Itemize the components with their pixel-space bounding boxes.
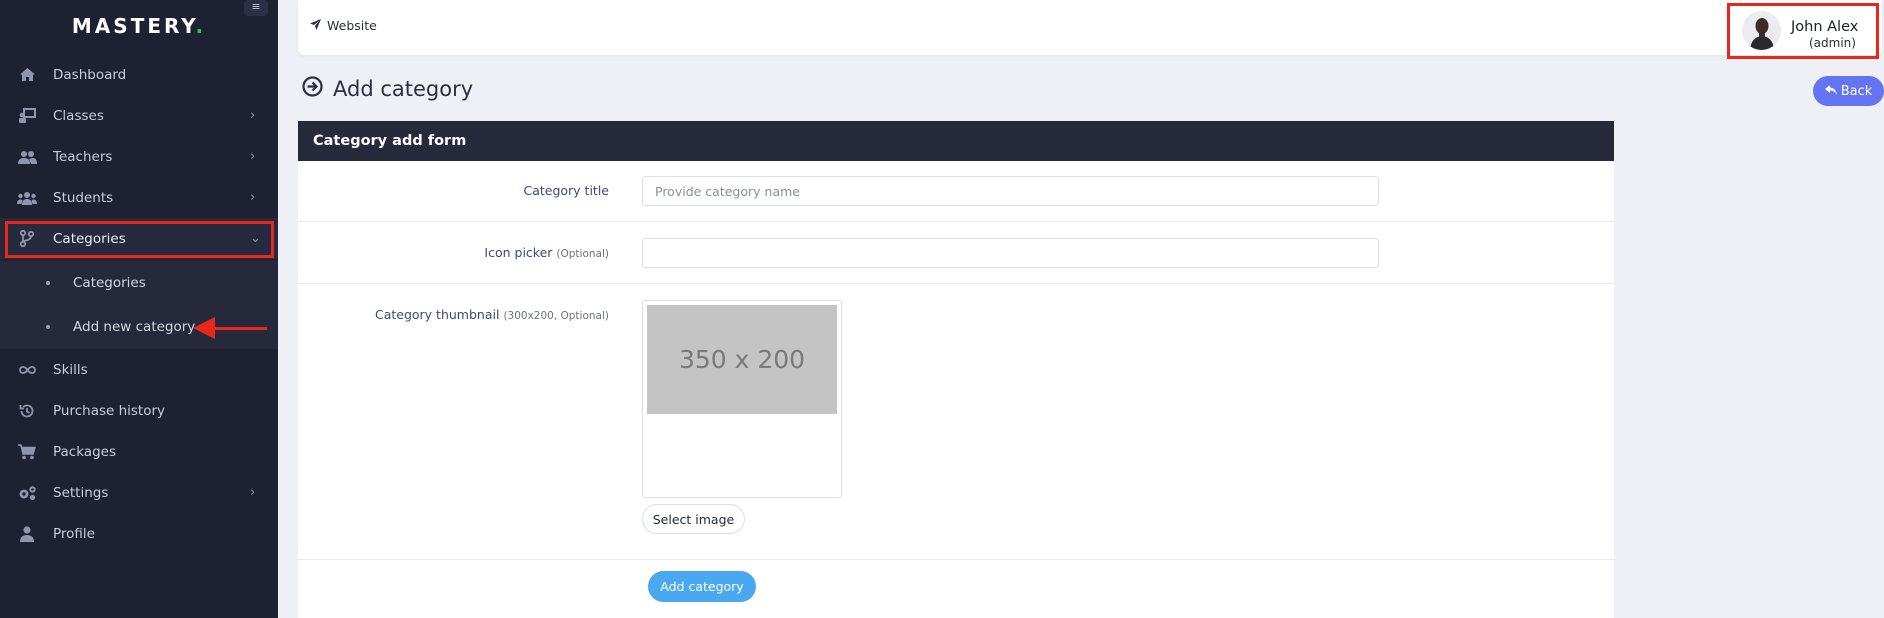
sidebar-item-label: Students xyxy=(53,189,114,206)
page-title: Add category xyxy=(333,76,474,101)
reply-icon xyxy=(1824,84,1837,99)
sidebar-item-label: Classes xyxy=(53,107,104,124)
chevron-right-icon: › xyxy=(250,108,256,123)
infinity-icon xyxy=(17,360,37,380)
chalkboard-icon xyxy=(17,106,37,126)
icon-picker-input[interactable] xyxy=(642,238,1379,268)
annotation-arrow xyxy=(207,327,267,330)
annotation-arrow-head xyxy=(193,317,215,339)
categories-submenu: Categories Add new category xyxy=(0,261,278,349)
sidebar-item-students[interactable]: Students › xyxy=(0,177,278,218)
paper-plane-icon xyxy=(310,18,321,33)
website-label: Website xyxy=(327,18,377,33)
sidebar-item-label: Dashboard xyxy=(53,66,127,83)
category-thumbnail-label: Category thumbnail (300x200, Optional) xyxy=(374,307,609,322)
website-link[interactable]: Website xyxy=(310,18,377,33)
gears-icon xyxy=(17,483,37,503)
card-header: Category add form xyxy=(298,121,1614,161)
submenu-item-label: Add new category xyxy=(73,319,196,335)
bullet-icon xyxy=(46,281,50,285)
circle-arrow-right-icon xyxy=(302,76,323,101)
sidebar-item-label: Skills xyxy=(53,361,88,378)
bullet-icon xyxy=(46,325,50,329)
chevron-right-icon: › xyxy=(250,190,256,205)
row-divider xyxy=(298,283,1614,284)
sidebar-item-packages[interactable]: Packages xyxy=(0,431,278,472)
thumbnail-placeholder-image: 350 x 200 xyxy=(647,305,837,414)
sidebar-item-label: Teachers xyxy=(53,148,113,165)
menu-toggle-icon[interactable]: ≡ xyxy=(244,0,268,16)
sidebar: MASTERY. ≡ Dashboard Classes › Teachers … xyxy=(0,0,278,618)
submenu-item-categories[interactable]: Categories xyxy=(0,263,278,303)
highlight-box-categories xyxy=(5,221,274,258)
add-category-button[interactable]: Add category xyxy=(648,571,756,602)
submenu-item-label: Categories xyxy=(73,275,146,291)
chevron-right-icon: › xyxy=(250,149,256,164)
sidebar-item-classes[interactable]: Classes › xyxy=(0,95,278,136)
back-button[interactable]: Back xyxy=(1813,76,1884,106)
sidebar-item-label: Packages xyxy=(53,443,116,460)
brand-logo[interactable]: MASTERY. xyxy=(0,14,278,38)
sidebar-item-purchase-history[interactable]: Purchase history xyxy=(0,390,278,431)
sidebar-item-label: Settings xyxy=(53,484,109,501)
sidebar-item-dashboard[interactable]: Dashboard xyxy=(0,54,278,95)
category-title-input[interactable] xyxy=(642,176,1379,206)
home-icon xyxy=(17,65,37,85)
row-divider xyxy=(298,221,1614,222)
page-header: Add category xyxy=(302,76,473,101)
category-form-card: Category add form Category title Icon pi… xyxy=(298,121,1614,618)
cart-icon xyxy=(17,442,37,462)
users-icon xyxy=(17,147,37,167)
sidebar-item-label: Profile xyxy=(53,525,95,542)
icon-picker-label: Icon picker (Optional) xyxy=(484,245,609,260)
user-icon xyxy=(17,524,37,544)
chevron-right-icon: › xyxy=(250,485,256,500)
sidebar-item-teachers[interactable]: Teachers › xyxy=(0,136,278,177)
highlight-box-user xyxy=(1727,3,1879,59)
history-icon xyxy=(17,401,37,421)
thumbnail-preview[interactable]: 350 x 200 xyxy=(642,300,842,498)
user-group-icon xyxy=(17,188,37,208)
sidebar-item-profile[interactable]: Profile xyxy=(0,513,278,554)
category-title-label: Category title xyxy=(523,183,609,198)
select-image-button[interactable]: Select image xyxy=(642,504,745,534)
row-divider xyxy=(298,559,1614,560)
sidebar-item-settings[interactable]: Settings › xyxy=(0,472,278,513)
sidebar-item-skills[interactable]: Skills xyxy=(0,349,278,390)
topbar: Website John Alex (admin) xyxy=(298,0,1882,55)
sidebar-item-label: Purchase history xyxy=(53,402,166,419)
back-label: Back xyxy=(1840,83,1873,99)
